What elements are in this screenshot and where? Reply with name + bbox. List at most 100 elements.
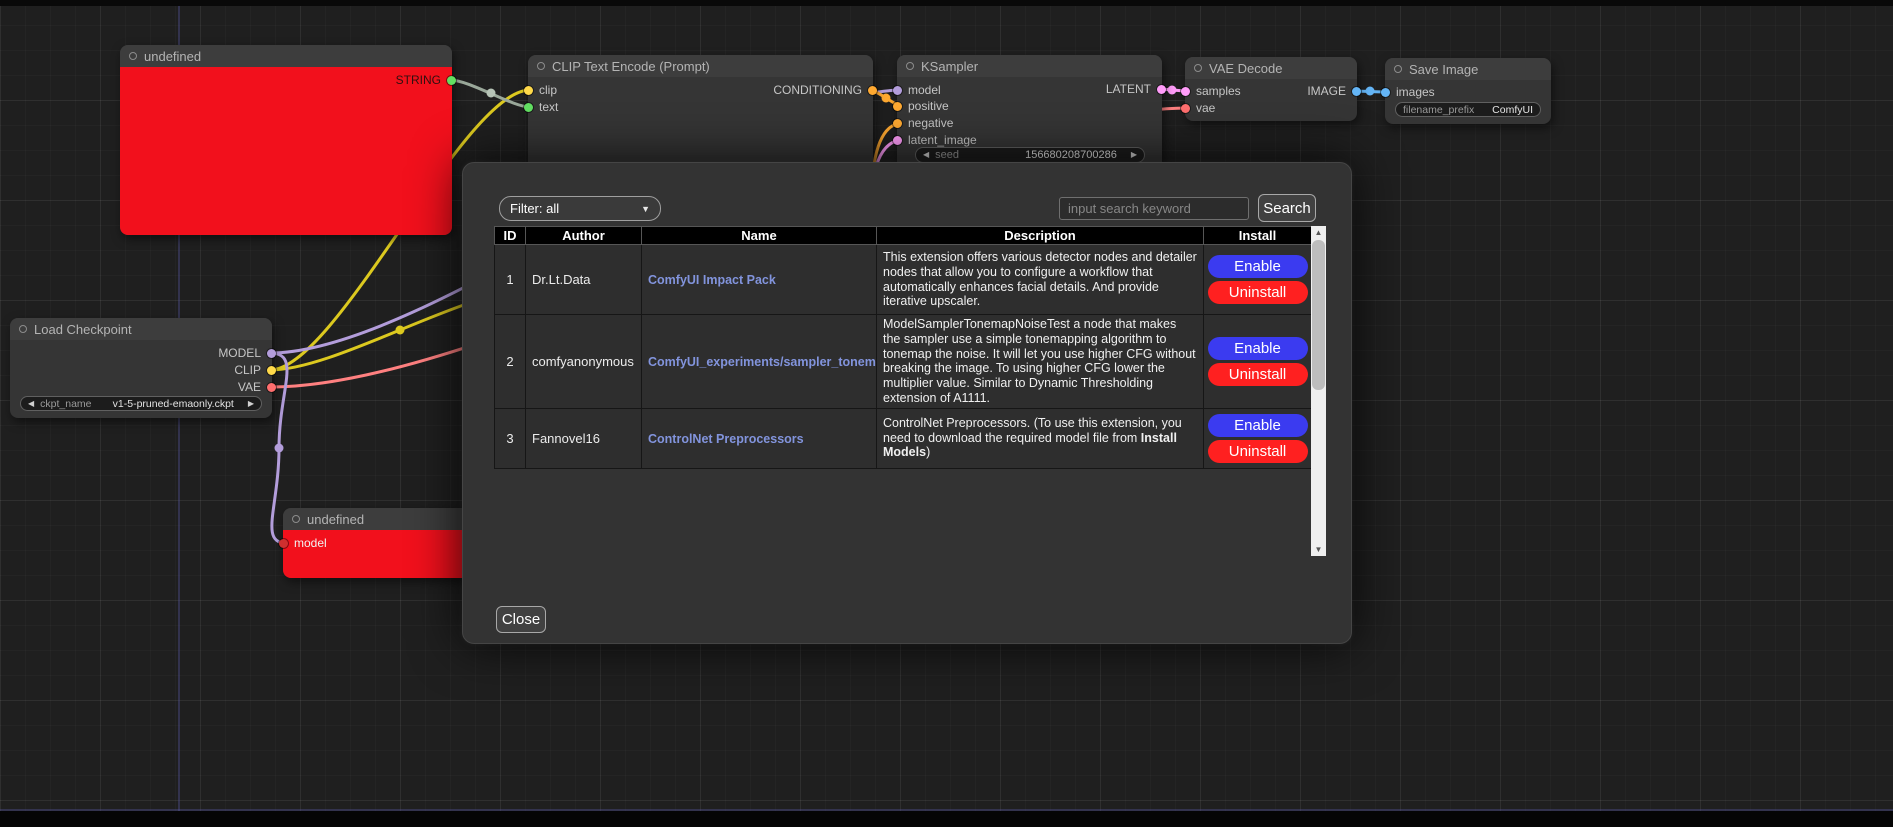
filter-select[interactable]: Filter: all ▼ (499, 196, 661, 221)
cell-description: ControlNet Preprocessors. (To use this e… (877, 408, 1204, 468)
close-button[interactable]: Close (496, 606, 546, 633)
custom-nodes-manager-dialog: Filter: all ▼ Search ID Author Name Desc… (462, 162, 1352, 644)
output-slot-string[interactable]: STRING (396, 73, 456, 87)
slot-label: CONDITIONING (773, 83, 862, 97)
input-slot-vae[interactable]: vae (1181, 101, 1215, 115)
node-save-image[interactable]: Save Image images filename_prefix ComfyU… (1385, 58, 1551, 124)
input-dot-vae[interactable] (1181, 104, 1190, 113)
scroll-down-icon[interactable]: ▼ (1311, 543, 1326, 556)
column-header-id: ID (495, 227, 526, 245)
input-dot-clip[interactable] (524, 86, 533, 95)
cell-author: Dr.Lt.Data (526, 245, 642, 315)
input-slot-model[interactable]: model (893, 83, 941, 97)
extension-link[interactable]: ControlNet Preprocessors (648, 432, 804, 446)
input-slot-samples[interactable]: samples (1181, 84, 1241, 98)
ckpt-decrement-icon[interactable]: ◀ (28, 400, 34, 408)
description-text: ControlNet Preprocessors. (To use this e… (883, 416, 1182, 445)
search-input[interactable] (1059, 197, 1249, 220)
input-slot-positive[interactable]: positive (893, 99, 949, 113)
node-title-bar[interactable]: undefined (283, 508, 483, 530)
input-dot-latent-image[interactable] (893, 136, 902, 145)
slot-label: LATENT (1106, 82, 1151, 96)
node-title-bar[interactable]: CLIP Text Encode (Prompt) (528, 55, 873, 77)
description-text: This extension offers various detector n… (883, 250, 1197, 308)
extension-link[interactable]: ComfyUI_experiments/sampler_tonemap (648, 355, 877, 369)
output-dot-clip[interactable] (267, 366, 276, 375)
column-header-install: Install (1204, 227, 1312, 245)
input-slot-model[interactable]: model (279, 536, 327, 550)
output-slot-vae[interactable]: VAE (238, 380, 276, 394)
input-slot-negative[interactable]: negative (893, 116, 953, 130)
input-dot-images[interactable] (1381, 88, 1390, 97)
node-title: undefined (307, 512, 364, 527)
output-slot-image[interactable]: IMAGE (1307, 84, 1361, 98)
input-dot-model[interactable] (893, 86, 902, 95)
ckpt-name-widget[interactable]: ◀ ckpt_name v1-5-pruned-emaonly.ckpt ▶ (20, 396, 262, 411)
scrollbar-thumb[interactable] (1312, 240, 1325, 390)
ckpt-increment-icon[interactable]: ▶ (248, 400, 254, 408)
input-dot-model[interactable] (279, 539, 288, 548)
node-title-bar[interactable]: Load Checkpoint (10, 318, 272, 340)
search-button[interactable]: Search (1258, 194, 1316, 222)
filename-prefix-widget[interactable]: filename_prefix ComfyUI (1395, 102, 1541, 117)
canvas-top-edge (0, 0, 1893, 6)
collapse-toggle-icon[interactable] (129, 52, 137, 60)
uninstall-button[interactable]: Uninstall (1208, 440, 1308, 463)
slot-label: clip (539, 83, 557, 97)
node-title-bar[interactable]: KSampler (897, 55, 1162, 77)
node-title-bar[interactable]: Save Image (1385, 58, 1551, 80)
column-header-name: Name (642, 227, 877, 245)
seed-decrement-icon[interactable]: ◀ (923, 151, 929, 159)
slot-label: model (294, 536, 327, 550)
table-scrollbar[interactable]: ▲ ▼ (1311, 226, 1326, 556)
seed-label: seed (935, 149, 959, 161)
output-dot-conditioning[interactable] (868, 86, 877, 95)
input-dot-positive[interactable] (893, 102, 902, 111)
collapse-toggle-icon[interactable] (906, 62, 914, 70)
cell-id: 3 (495, 408, 526, 468)
output-slot-model[interactable]: MODEL (218, 346, 276, 360)
output-dot-vae[interactable] (267, 383, 276, 392)
extension-link[interactable]: ComfyUI Impact Pack (648, 273, 776, 287)
uninstall-button[interactable]: Uninstall (1208, 281, 1308, 304)
canvas-bottom-edge (0, 811, 1893, 827)
collapse-toggle-icon[interactable] (19, 325, 27, 333)
node-undefined-model[interactable]: undefined model (283, 508, 483, 578)
wire-dot (1168, 86, 1177, 95)
output-slot-clip[interactable]: CLIP (234, 363, 276, 377)
uninstall-button[interactable]: Uninstall (1208, 363, 1308, 386)
collapse-toggle-icon[interactable] (292, 515, 300, 523)
column-header-description: Description (877, 227, 1204, 245)
node-load-checkpoint[interactable]: Load Checkpoint MODEL CLIP VAE ◀ ckpt_na… (10, 318, 272, 418)
input-slot-clip[interactable]: clip (524, 83, 557, 97)
input-dot-samples[interactable] (1181, 87, 1190, 96)
collapse-toggle-icon[interactable] (1194, 64, 1202, 72)
output-slot-latent[interactable]: LATENT (1106, 82, 1166, 96)
node-title: Load Checkpoint (34, 322, 132, 337)
output-dot-latent[interactable] (1157, 85, 1166, 94)
input-dot-negative[interactable] (893, 119, 902, 128)
scroll-up-icon[interactable]: ▲ (1311, 226, 1326, 239)
collapse-toggle-icon[interactable] (1394, 65, 1402, 73)
output-dot-image[interactable] (1352, 87, 1361, 96)
node-vae-decode[interactable]: VAE Decode samples vae IMAGE (1185, 57, 1357, 121)
seed-widget[interactable]: ◀ seed 156680208700286 ▶ (915, 147, 1145, 163)
enable-button[interactable]: Enable (1208, 337, 1308, 360)
input-slot-images[interactable]: images (1381, 85, 1435, 99)
seed-increment-icon[interactable]: ▶ (1131, 151, 1137, 159)
enable-button[interactable]: Enable (1208, 414, 1308, 437)
node-undefined-string[interactable]: undefined STRING (120, 45, 452, 235)
slot-label: vae (1196, 101, 1215, 115)
node-title-bar[interactable]: undefined (120, 45, 452, 67)
collapse-toggle-icon[interactable] (537, 62, 545, 70)
input-slot-text[interactable]: text (524, 100, 558, 114)
slot-label: CLIP (234, 363, 261, 377)
node-title-bar[interactable]: VAE Decode (1185, 57, 1357, 79)
cell-description: This extension offers various detector n… (877, 245, 1204, 315)
enable-button[interactable]: Enable (1208, 255, 1308, 278)
input-slot-latent-image[interactable]: latent_image (893, 133, 977, 147)
input-dot-text[interactable] (524, 103, 533, 112)
output-dot-string[interactable] (447, 76, 456, 85)
output-dot-model[interactable] (267, 349, 276, 358)
output-slot-conditioning[interactable]: CONDITIONING (773, 83, 877, 97)
